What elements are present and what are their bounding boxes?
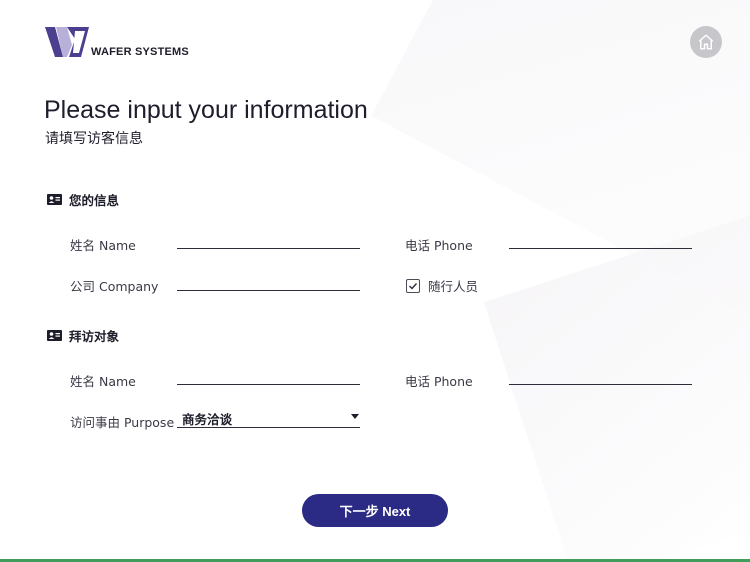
- visitor-phone-input[interactable]: [509, 230, 692, 249]
- companion-checkbox-box[interactable]: [406, 278, 420, 293]
- purpose-label: 访问事由 Purpose: [70, 415, 175, 430]
- host-phone-label: 电话 Phone: [405, 374, 473, 389]
- visitor-name-label: 姓名 Name: [70, 238, 136, 253]
- purpose-select[interactable]: 商务洽谈: [177, 408, 360, 428]
- id-card-icon: [47, 193, 62, 205]
- page-title: Please input your information: [44, 96, 368, 124]
- visitor-name-input[interactable]: [177, 230, 360, 249]
- visitor-section-title: 您的信息: [69, 192, 120, 208]
- brand-name: WAFER SYSTEMS: [91, 46, 189, 58]
- host-name-input[interactable]: [177, 366, 360, 385]
- home-icon: [698, 34, 714, 50]
- host-name-label: 姓名 Name: [70, 374, 136, 389]
- company-logo: WAFER SYSTEMS: [45, 27, 189, 59]
- host-section-heading: 拜访对象: [47, 327, 120, 344]
- visitor-phone-label: 电话 Phone: [405, 238, 473, 253]
- home-button[interactable]: [690, 26, 722, 58]
- visitor-company-input[interactable]: [177, 272, 360, 291]
- companion-label: 随行人员: [428, 279, 479, 294]
- caret-down-icon: [351, 414, 359, 419]
- logo-mark-icon: [45, 27, 89, 57]
- next-button[interactable]: 下一步 Next: [302, 494, 448, 527]
- page-subtitle: 请填写访客信息: [45, 131, 143, 147]
- visitor-company-label: 公司 Company: [70, 279, 159, 294]
- id-card-icon: [47, 329, 62, 341]
- checkmark-icon: [409, 282, 418, 290]
- visitor-section-heading: 您的信息: [47, 191, 120, 208]
- purpose-selected-value: 商务洽谈: [182, 412, 233, 427]
- host-phone-input[interactable]: [509, 366, 692, 385]
- host-section-title: 拜访对象: [69, 328, 120, 344]
- companion-checkbox[interactable]: 随行人员: [406, 276, 478, 295]
